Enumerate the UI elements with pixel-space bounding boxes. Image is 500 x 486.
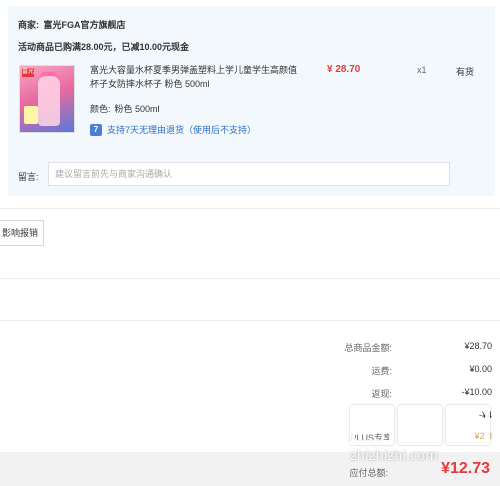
summary-value: ¥28.70 [464, 341, 492, 351]
summary-label: 运费: [371, 366, 392, 376]
summary-label: PLUS专享 [350, 433, 392, 443]
return-policy-text: 支持7天无理由退货（使用后不支持） [107, 125, 257, 135]
summary-value: ¥0.00 [469, 364, 492, 374]
summary-value: -¥4 [478, 410, 492, 420]
summary-row-shipping: 运费: ¥0.00 [300, 364, 492, 378]
summary-label: 总商品金额: [344, 343, 392, 353]
promo-text: 活动商品已购满28.00元，已减10.00元现金 [18, 42, 190, 52]
seller-line: 商家: 富光FGA官方旗舰店 [18, 18, 126, 31]
note-input[interactable]: 建议留言前先与商家沟通确认 [48, 162, 450, 186]
summary-row-subtotal: 总商品金额: ¥28.70 [300, 341, 492, 355]
stock-status: 有货 [456, 67, 475, 77]
summary-row-discount: -¥4 [300, 410, 492, 424]
brand-badge: 富光 [22, 68, 35, 77]
product-thumbnail[interactable]: 富光 [19, 65, 75, 133]
summary-value: ¥2.8 [474, 431, 492, 441]
payable-bar: 应付总额: ¥12.73 [0, 452, 500, 486]
seller-label: 商家: [18, 20, 39, 30]
product-color: 颜色: 粉色 500ml [90, 102, 160, 115]
payable-amount: ¥12.73 [441, 460, 490, 477]
product-tag-graphic [24, 106, 38, 124]
bottle-graphic [38, 76, 60, 126]
order-panel: 商家: 富光FGA官方旗舰店 活动商品已购满28.00元，已减10.00元现金 … [8, 6, 495, 196]
section-divider [0, 320, 500, 321]
summary-row-cashback: 返现: -¥10.00 [300, 387, 492, 401]
color-value: 粉色 500ml [114, 104, 160, 114]
payable-label: 应付总额: [349, 468, 388, 478]
product-title-link[interactable]: 富光大容量水杯夏季男弹盖塑料上学儿童学生高颜值杯子女防摔水杯子 粉色 500ml [90, 63, 305, 91]
section-divider [0, 208, 500, 209]
summary-row-plus: PLUS专享 ¥2.8 [300, 431, 492, 445]
return-policy-icon: 7 [90, 123, 102, 136]
return-policy[interactable]: 7 支持7天无理由退货（使用后不支持） [90, 123, 256, 136]
summary-label: 返现: [371, 389, 392, 399]
color-label: 颜色: [90, 104, 111, 114]
product-price: ¥ 28.70 [327, 64, 361, 75]
section-divider [0, 278, 500, 279]
influence-reimbursement-button[interactable]: 影响报销 [0, 220, 44, 246]
summary-value: -¥10.00 [461, 387, 492, 397]
note-label: 留言: [18, 172, 39, 182]
seller-name-link[interactable]: 富光FGA官方旗舰店 [44, 20, 126, 30]
product-quantity: x1 [417, 65, 427, 75]
